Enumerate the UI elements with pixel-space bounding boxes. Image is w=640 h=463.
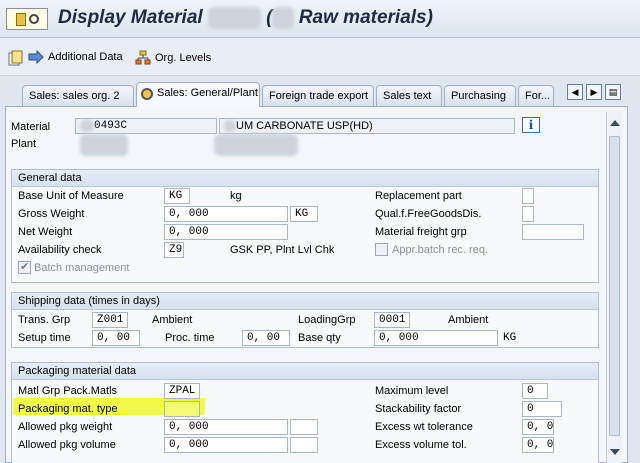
base-uom-field[interactable]: KG bbox=[164, 188, 190, 204]
availability-check-label: Availability check bbox=[18, 244, 102, 256]
matl-grp-pack-field[interactable]: ZPAL bbox=[164, 383, 200, 399]
excess-wt-tolerance-field[interactable]: 0, 0 bbox=[522, 419, 554, 435]
redacted-text: xx bbox=[272, 7, 294, 29]
material-freight-grp-field[interactable] bbox=[522, 224, 584, 240]
excess-volume-tol-label: Excess volume tol. bbox=[375, 439, 467, 451]
base-uom-text: kg bbox=[230, 190, 242, 202]
redacted-plant: x bbox=[80, 134, 128, 156]
base-qty-field[interactable]: 0, 000 bbox=[374, 330, 498, 346]
net-weight-field[interactable]: 0, 000 bbox=[164, 224, 288, 240]
allowed-pkg-volume-field[interactable]: 0, 000 bbox=[164, 437, 288, 453]
info-icon[interactable]: i bbox=[522, 117, 540, 133]
setup-time-label: Setup time bbox=[18, 332, 71, 344]
plant-label: Plant bbox=[11, 138, 37, 150]
net-weight-label: Net Weight bbox=[18, 226, 73, 238]
org-levels-button[interactable]: Org. Levels bbox=[135, 50, 211, 66]
tab-purchasing[interactable]: Purchasing bbox=[444, 85, 516, 106]
tab-sales-org-2[interactable]: Sales: sales org. 2 bbox=[22, 85, 134, 106]
availability-check-text: GSK PP, Plnt Lvl Chk bbox=[230, 244, 335, 256]
proc-time-label: Proc. time bbox=[165, 332, 215, 344]
scroll-up-icon[interactable] bbox=[610, 120, 620, 126]
triangle-left-icon: ◀ bbox=[571, 86, 579, 97]
group-title: Packaging material data bbox=[12, 363, 598, 380]
vertical-scrollbar[interactable] bbox=[606, 112, 622, 463]
redacted-plant-desc: x bbox=[214, 134, 298, 156]
allowed-pkg-volume-label: Allowed pkg volume bbox=[18, 439, 116, 451]
base-qty-label: Base qty bbox=[298, 332, 341, 344]
new-view-icon bbox=[8, 50, 23, 66]
tab-list-button[interactable]: ▤ bbox=[605, 84, 621, 100]
proc-time-field[interactable]: 0, 00 bbox=[242, 330, 290, 346]
base-qty-unit: KG bbox=[503, 332, 517, 344]
display-material-icon bbox=[6, 8, 48, 30]
appr-batch-checkbox[interactable] bbox=[375, 243, 388, 256]
material-freight-grp-label: Material freight grp bbox=[375, 226, 467, 238]
qual-free-goods-label: Qual.f.FreeGoodsDis. bbox=[375, 208, 482, 220]
additional-data-button[interactable]: Additional Data bbox=[28, 50, 123, 64]
packaging-mat-type-label: Packaging mat. type bbox=[18, 403, 118, 415]
tab-sales-general-plant[interactable]: Sales: General/Plant bbox=[136, 82, 260, 107]
material-label: Material bbox=[11, 121, 51, 133]
group-title: General data bbox=[12, 170, 598, 187]
allowed-pkg-weight-label: Allowed pkg weight bbox=[18, 421, 113, 433]
arrow-right-icon bbox=[28, 50, 44, 64]
tab-more[interactable]: For... bbox=[518, 85, 554, 106]
tab-strip: Sales: sales org. 2 Sales: General/Plant… bbox=[0, 82, 640, 107]
loading-grp-label: LoadingGrp bbox=[298, 314, 356, 326]
tab-foreign-trade-export[interactable]: Foreign trade export bbox=[262, 85, 374, 106]
tab-prev-button[interactable]: ◀ bbox=[567, 84, 583, 100]
maximum-level-field[interactable]: 0 bbox=[522, 383, 548, 399]
replacement-part-field[interactable] bbox=[522, 188, 534, 204]
setup-time-field[interactable]: 0, 00 bbox=[92, 330, 140, 346]
availability-check-field[interactable]: Z9 bbox=[164, 242, 184, 258]
maximum-level-label: Maximum level bbox=[375, 385, 449, 397]
weight-unit-field[interactable]: KG bbox=[290, 206, 318, 222]
allowed-pkg-weight-field[interactable]: 0, 000 bbox=[164, 419, 288, 435]
qual-free-goods-field[interactable] bbox=[522, 206, 534, 222]
stackability-factor-label: Stackability factor bbox=[375, 403, 462, 415]
trans-grp-label: Trans. Grp bbox=[18, 314, 71, 326]
page-title: Display Material x4930 (xx Raw materials… bbox=[58, 7, 433, 29]
appr-batch-label: Appr.batch rec. req. bbox=[392, 244, 488, 256]
material-number-field: xx0493C bbox=[75, 118, 217, 134]
lens-icon bbox=[141, 88, 153, 100]
gross-weight-field[interactable]: 0, 000 bbox=[164, 206, 288, 222]
application-toolbar: Additional Data Org. Levels bbox=[0, 38, 640, 76]
stackability-factor-field[interactable]: 0 bbox=[522, 401, 562, 417]
tab-next-button[interactable]: ▶ bbox=[586, 84, 602, 100]
base-uom-label: Base Unit of Measure bbox=[18, 190, 124, 202]
redacted-text: xx bbox=[80, 120, 94, 132]
batch-management-checkbox[interactable] bbox=[18, 260, 31, 274]
other-view-button[interactable] bbox=[8, 50, 24, 66]
scroll-thumb[interactable] bbox=[609, 136, 620, 436]
trans-grp-text: Ambient bbox=[152, 314, 193, 326]
packaging-mat-type-field[interactable] bbox=[164, 401, 200, 417]
redacted-text: xx bbox=[224, 120, 236, 132]
redacted-material-number: x4930 bbox=[207, 7, 261, 29]
loading-grp-field[interactable]: 0001 bbox=[374, 312, 410, 328]
matl-grp-pack-label: Matl Grp Pack.Matls bbox=[18, 385, 118, 397]
group-title: Shipping data (times in days) bbox=[12, 293, 598, 310]
triangle-right-icon: ▶ bbox=[590, 86, 598, 97]
scroll-down-icon[interactable] bbox=[610, 449, 620, 455]
allowed-pkg-weight-unit-field[interactable] bbox=[290, 419, 318, 435]
material-description-field: xxUM CARBONATE USP(HD) bbox=[219, 118, 515, 134]
title-bar: Display Material x4930 (xx Raw materials… bbox=[0, 0, 640, 38]
excess-volume-tol-field[interactable]: 0, 0 bbox=[522, 437, 554, 453]
excess-wt-tolerance-label: Excess wt tolerance bbox=[375, 421, 473, 433]
tab-list-icon: ▤ bbox=[608, 86, 618, 97]
batch-management-label: Batch management bbox=[34, 262, 130, 274]
tab-sales-text[interactable]: Sales text bbox=[376, 85, 442, 106]
loading-grp-text: Ambient bbox=[448, 314, 489, 326]
gross-weight-label: Gross Weight bbox=[18, 208, 85, 220]
allowed-pkg-volume-unit-field[interactable] bbox=[290, 437, 318, 453]
org-structure-icon bbox=[135, 50, 151, 65]
trans-grp-field[interactable]: Z001 bbox=[92, 312, 128, 328]
replacement-part-label: Replacement part bbox=[375, 190, 462, 202]
